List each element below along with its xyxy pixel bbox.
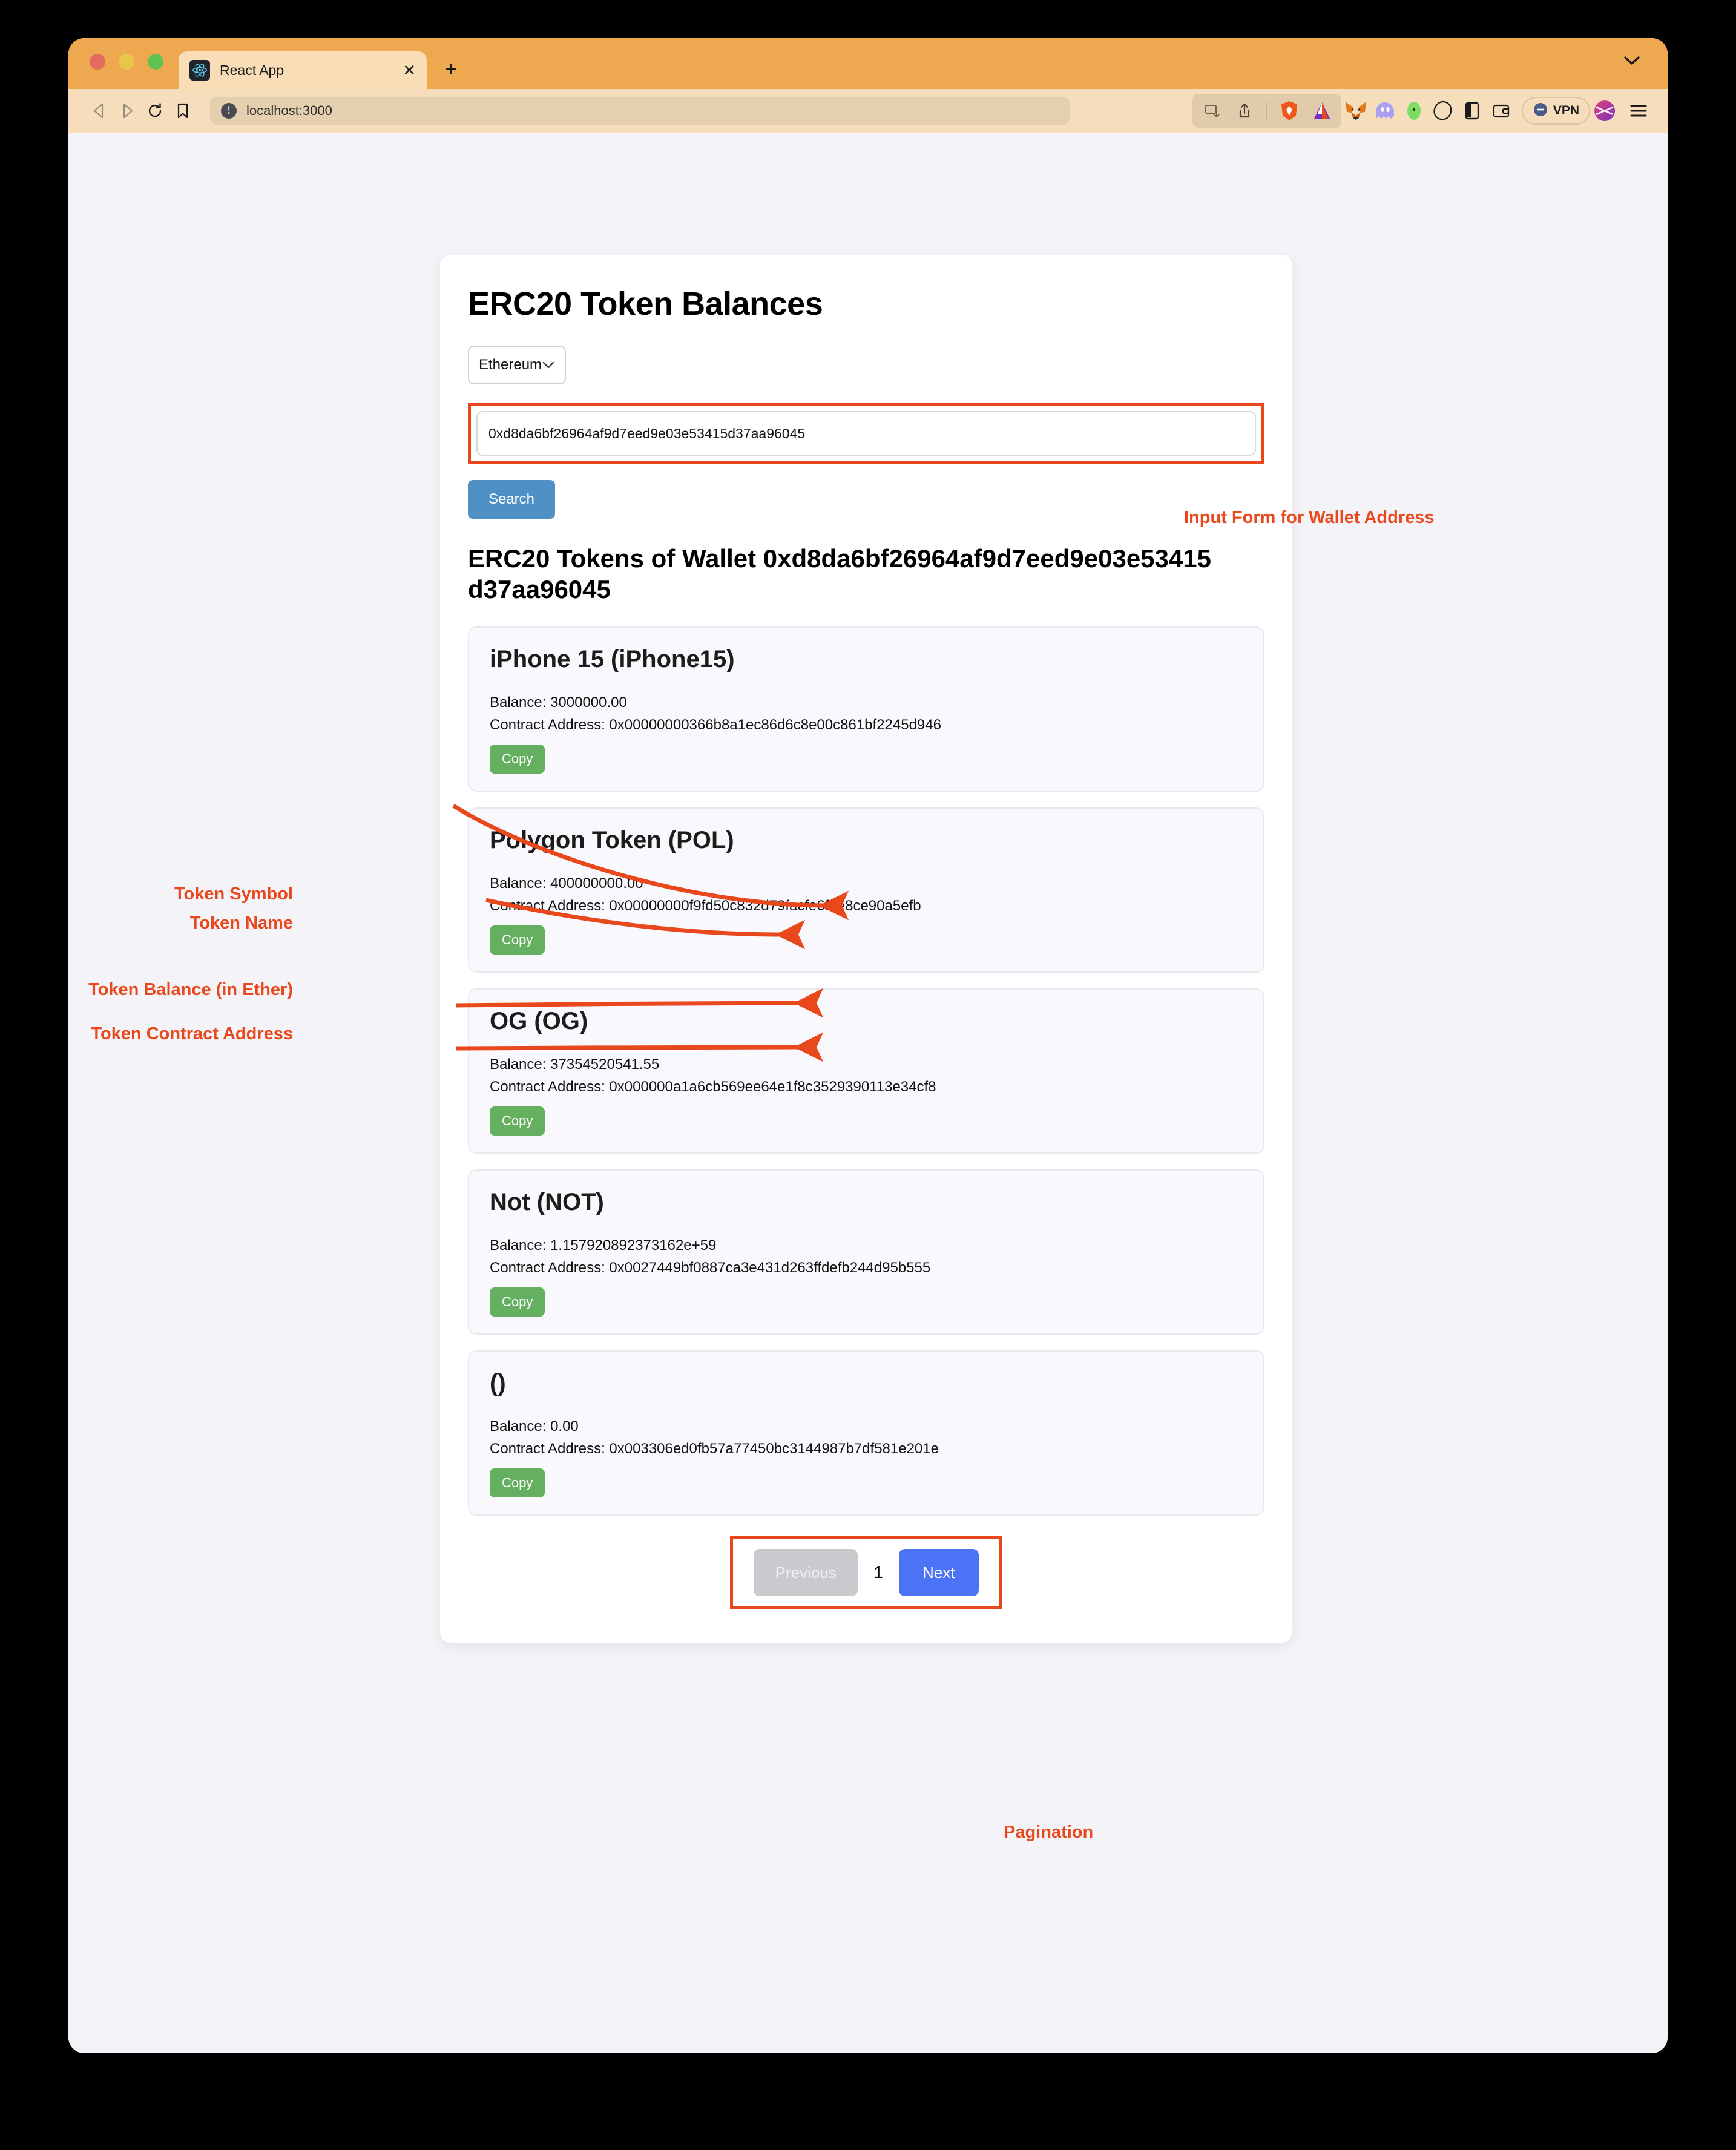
forward-arrow-icon[interactable]: [113, 97, 141, 125]
vpn-shield-icon: [1533, 102, 1548, 120]
copy-button[interactable]: Copy: [490, 925, 545, 955]
bookmark-icon[interactable]: [169, 97, 197, 125]
minimize-window-button[interactable]: [119, 54, 134, 70]
wallet-icon[interactable]: [1487, 96, 1516, 125]
hamburger-menu-icon[interactable]: [1626, 96, 1651, 125]
close-icon[interactable]: ✕: [403, 62, 416, 78]
token-heading: (): [490, 1370, 506, 1397]
metamask-fox-icon[interactable]: [1341, 96, 1370, 125]
token-card: OG (OG) Balance: 37354520541.55 Contract…: [468, 988, 1264, 1154]
token-card: Polygon Token (POL) Balance: 400000000.0…: [468, 807, 1264, 973]
network-select[interactable]: Ethereum: [468, 346, 566, 384]
rabby-wallet-icon[interactable]: [1399, 96, 1429, 125]
address-bar[interactable]: ! localhost:3000: [210, 97, 1070, 125]
annotation-input-form-label: Input Form for Wallet Address: [1184, 508, 1435, 527]
browser-toolbar: ! localhost:3000 VPN: [68, 89, 1668, 133]
plus-icon[interactable]: +: [445, 59, 457, 79]
token-card: () Balance: 0.00 Contract Address: 0x003…: [468, 1350, 1264, 1516]
token-heading: Polygon Token (POL): [490, 827, 734, 854]
annotation-token-contract-label: Token Contract Address: [91, 1024, 293, 1044]
pinned-extensions-group: [1192, 94, 1341, 128]
annotation-pagination-label: Pagination: [1004, 1823, 1094, 1842]
vpn-label: VPN: [1553, 104, 1579, 117]
share-icon[interactable]: [1230, 96, 1259, 125]
toolbar-divider: [1266, 102, 1267, 120]
info-icon[interactable]: !: [221, 103, 237, 119]
copy-button[interactable]: Copy: [490, 1287, 545, 1317]
token-contract-address: Contract Address: 0x0027449bf0887ca3e431…: [490, 1259, 931, 1276]
browser-window: React App ✕ + ! localhost:3000 VPN ERC20…: [68, 38, 1668, 2053]
back-arrow-icon[interactable]: [85, 97, 113, 125]
browser-tab-title: React App: [220, 62, 284, 78]
vpn-toggle[interactable]: VPN: [1521, 97, 1590, 125]
phantom-ghost-icon[interactable]: [1370, 96, 1399, 125]
app-card: ERC20 Token Balances Ethereum 0xd8da6bf2…: [440, 255, 1292, 1643]
annotation-token-name-label: Token Name: [189, 913, 293, 933]
browser-tab[interactable]: React App ✕: [179, 51, 427, 89]
token-card: Not (NOT) Balance: 1.157920892373162e+59…: [468, 1169, 1264, 1335]
window-traffic-lights: [90, 54, 163, 70]
token-heading: iPhone 15 (iPhone15): [490, 646, 735, 673]
pagination-row: Previous 1 Next: [468, 1536, 1264, 1609]
brave-profile-avatar-icon[interactable]: [1590, 96, 1619, 125]
react-logo-icon: [189, 60, 210, 81]
token-contract-address: Contract Address: 0x00000000366b8a1ec86d…: [490, 716, 941, 733]
token-balance: Balance: 37354520541.55: [490, 1056, 660, 1073]
address-bar-url: localhost:3000: [246, 103, 332, 118]
token-card: iPhone 15 (iPhone15) Balance: 3000000.00…: [468, 626, 1264, 792]
network-select-value: Ethereum: [479, 357, 542, 373]
keplr-icon[interactable]: [1429, 96, 1458, 125]
results-heading: ERC20 Tokens of Wallet 0xd8da6bf26964af9…: [468, 544, 1211, 604]
token-contract-address: Contract Address: 0x000000a1a6cb569ee64e…: [490, 1078, 936, 1095]
copy-button[interactable]: Copy: [490, 1106, 545, 1136]
chevron-down-icon[interactable]: [1623, 55, 1641, 69]
token-balance: Balance: 400000000.00: [490, 875, 643, 892]
token-heading: Not (NOT): [490, 1189, 604, 1216]
browser-tab-strip: React App ✕ +: [68, 38, 1668, 89]
wallet-address-input[interactable]: 0xd8da6bf26964af9d7eed9e03e53415d37aa960…: [476, 411, 1256, 456]
search-button[interactable]: Search: [468, 480, 555, 519]
copy-button[interactable]: Copy: [490, 745, 545, 774]
brave-lion-icon[interactable]: [1275, 96, 1304, 125]
page-title: ERC20 Token Balances: [468, 286, 823, 322]
chevron-down-icon: [542, 357, 555, 373]
token-balance: Balance: 3000000.00: [490, 694, 627, 711]
annotation-token-balance-label: Token Balance (in Ether): [88, 980, 293, 999]
token-list: iPhone 15 (iPhone15) Balance: 3000000.00…: [468, 626, 1264, 1516]
reload-icon[interactable]: [141, 97, 169, 125]
token-balance: Balance: 0.00: [490, 1418, 579, 1435]
close-window-button[interactable]: [90, 54, 105, 70]
annotation-token-symbol-label: Token Symbol: [174, 884, 293, 904]
token-contract-address: Contract Address: 0x003306ed0fb57a77450b…: [490, 1440, 939, 1457]
sidebar-panel-icon[interactable]: [1458, 96, 1487, 125]
maximize-window-button[interactable]: [148, 54, 163, 70]
page-viewport: ERC20 Token Balances Ethereum 0xd8da6bf2…: [68, 133, 1668, 2053]
toolbar-right-icons: VPN: [1192, 94, 1651, 128]
download-icon[interactable]: [1197, 96, 1226, 125]
wallet-address-annotation-box: 0xd8da6bf26964af9d7eed9e03e53415d37aa960…: [468, 403, 1264, 464]
token-contract-address: Contract Address: 0x00000000f9fd50c832d7…: [490, 897, 921, 914]
token-heading: OG (OG): [490, 1008, 588, 1035]
previous-page-button[interactable]: Previous: [754, 1549, 858, 1597]
copy-button[interactable]: Copy: [490, 1468, 545, 1498]
pagination-annotation-box: Previous 1 Next: [730, 1536, 1002, 1609]
brave-triangle-icon[interactable]: [1307, 96, 1337, 125]
token-balance: Balance: 1.157920892373162e+59: [490, 1237, 717, 1254]
current-page-number: 1: [873, 1563, 883, 1582]
next-page-button[interactable]: Next: [898, 1549, 979, 1597]
